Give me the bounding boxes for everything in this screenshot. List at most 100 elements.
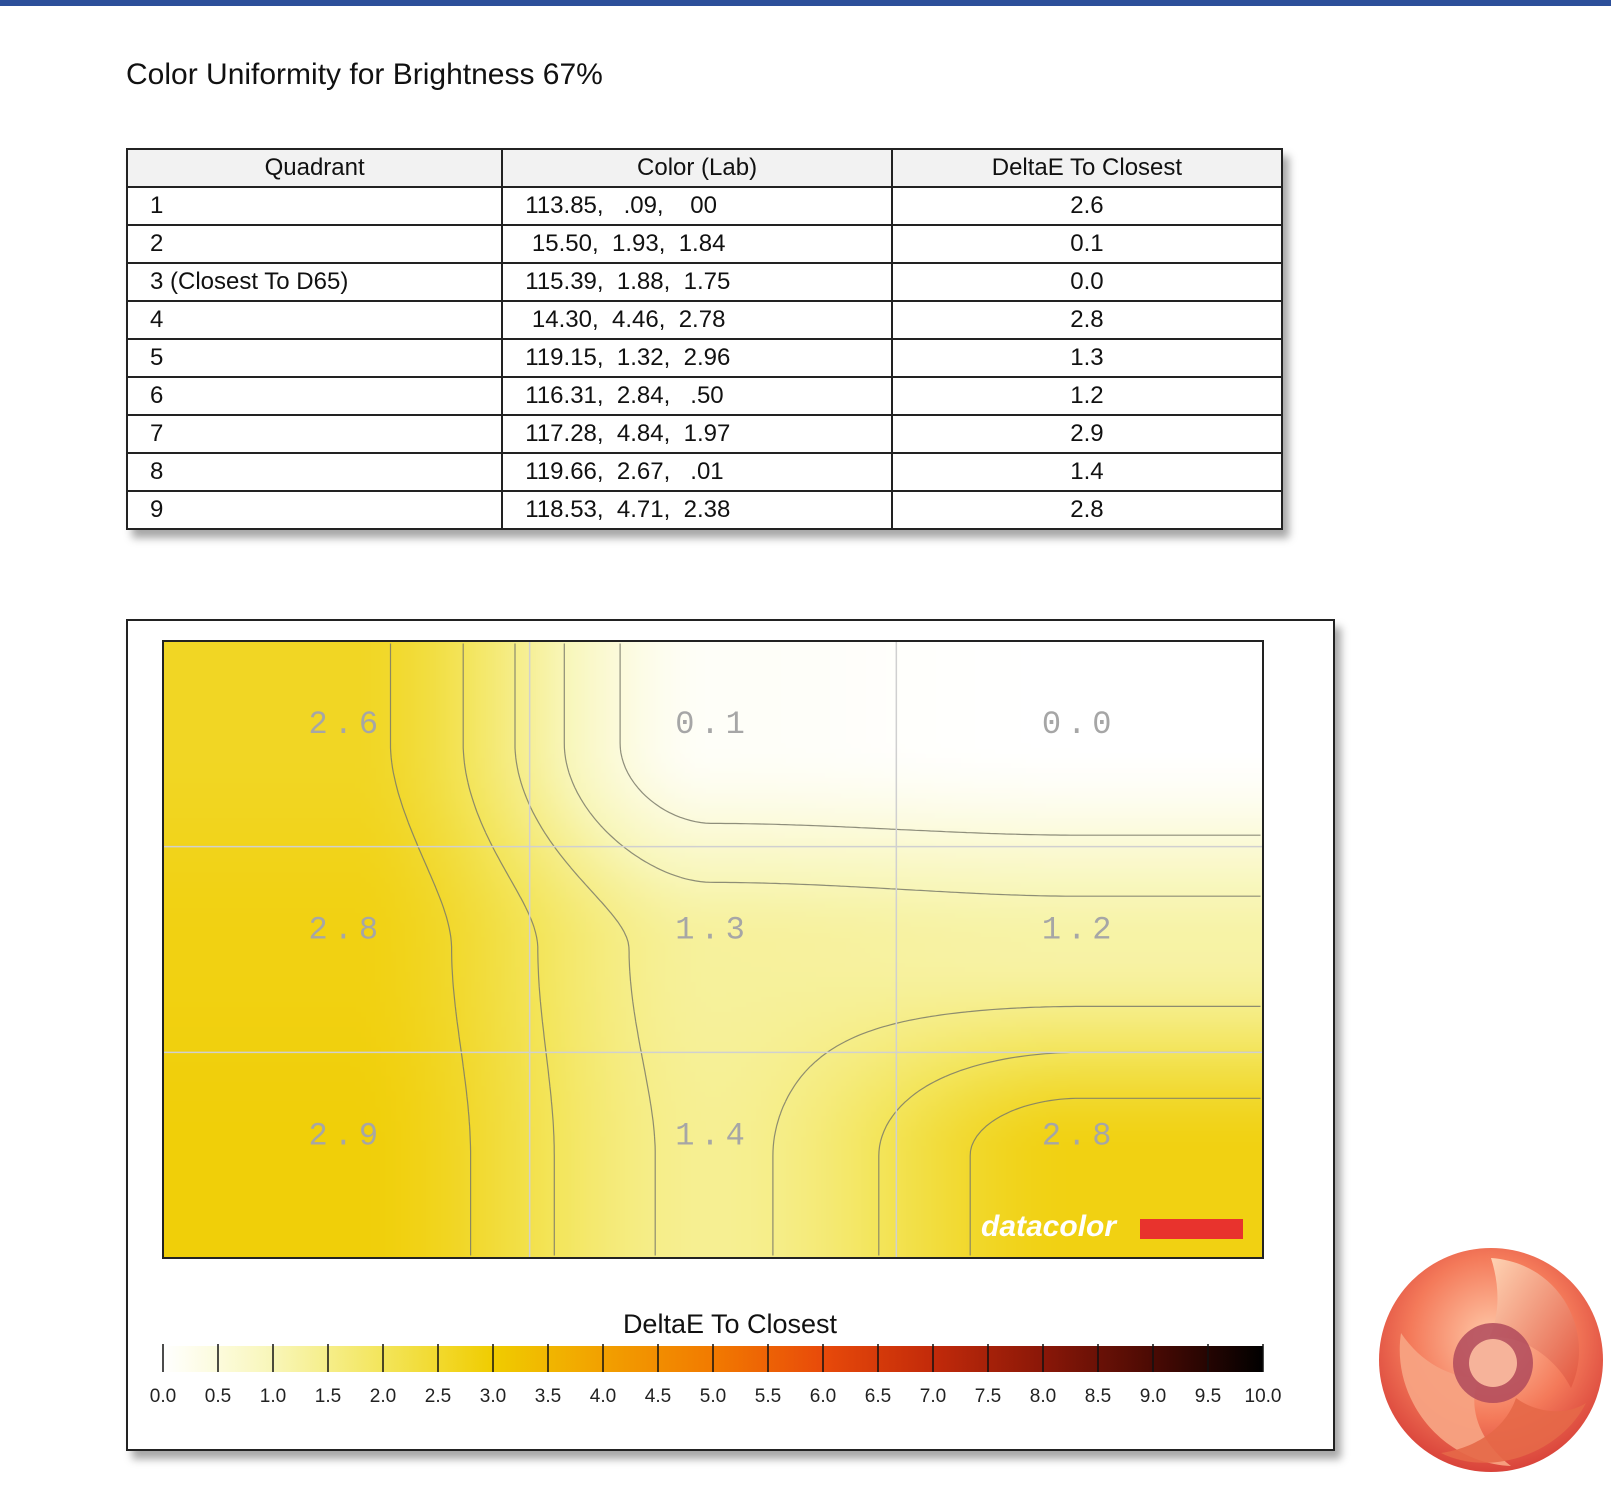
colorbar-tick-label: 2.0 <box>370 1386 396 1407</box>
cell-value-label: 1.2 <box>1042 912 1118 949</box>
uniformity-chart-panel: 2.6 0.1 0.0 2.8 1.3 1.2 2.9 1.4 2.8 datacolor De… <box>126 619 1335 1451</box>
colorbar-segment <box>603 1346 659 1372</box>
colorbar-tick-label: 0.0 <box>150 1386 176 1407</box>
colorbar-segment <box>1153 1346 1209 1372</box>
colorbar-tick-label: 9.0 <box>1140 1386 1166 1407</box>
colorbar-tick-label: 7.5 <box>975 1386 1001 1407</box>
delta-cell: 1.3 <box>890 338 1284 378</box>
colorbar-tick-label: 3.5 <box>535 1386 561 1407</box>
colorbar-segment <box>713 1346 769 1372</box>
colorbar-tick-label: 0.5 <box>205 1386 231 1407</box>
delta-cell: 2.6 <box>890 186 1284 226</box>
table-row: 4 14.30, 4.46, 2.78 2.8 <box>125 300 1284 340</box>
quadrant-cell: 6 <box>125 376 504 416</box>
cell-value-label: 0.0 <box>1042 706 1118 743</box>
header-delta-e: DeltaE To Closest <box>890 148 1284 188</box>
quadrant-cell: 8 <box>125 452 504 492</box>
colorbar-tick-label: 7.0 <box>920 1386 946 1407</box>
lab-cell: 117.28, 4.84, 1.97 <box>501 414 893 454</box>
colorbar-tick-label: 10.0 <box>1245 1386 1282 1407</box>
cell-value-label: 1.4 <box>675 1117 751 1154</box>
table-row: 2 15.50, 1.93, 1.84 0.1 <box>125 224 1284 264</box>
colorbar-segment <box>1098 1346 1154 1372</box>
header-quadrant: Quadrant <box>125 148 504 188</box>
lab-cell: 119.15, 1.32, 2.96 <box>501 338 893 378</box>
table-row: 9 118.53, 4.71, 2.38 2.8 <box>125 490 1284 530</box>
colorbar-tick-label: 1.0 <box>260 1386 286 1407</box>
colorbar-segment <box>878 1346 934 1372</box>
lab-cell: 116.31, 2.84, .50 <box>501 376 893 416</box>
colorbar-tick-label: 4.5 <box>645 1386 671 1407</box>
colorbar-segment <box>988 1346 1044 1372</box>
lab-cell: 118.53, 4.71, 2.38 <box>501 490 893 530</box>
colorbar-tick-label: 4.0 <box>590 1386 616 1407</box>
cell-value-label: 2.6 <box>309 706 385 743</box>
colorbar-tick-label: 6.5 <box>865 1386 891 1407</box>
delta-cell: 2.8 <box>890 490 1284 530</box>
delta-cell: 1.2 <box>890 376 1284 416</box>
quadrant-cell: 5 <box>125 338 504 378</box>
colorbar-segment <box>823 1346 879 1372</box>
table-row: 5 119.15, 1.32, 2.96 1.3 <box>125 338 1284 378</box>
colorbar-segment <box>658 1346 714 1372</box>
lab-cell: 113.85, .09, 00 <box>501 186 893 226</box>
watermark-text: datacolor <box>981 1210 1118 1243</box>
cell-value-label: 2.8 <box>1042 1117 1118 1154</box>
watermark-bar <box>1140 1219 1243 1239</box>
cell-value-label: 1.3 <box>675 912 751 949</box>
delta-cell: 1.4 <box>890 452 1284 492</box>
lab-cell: 115.39, 1.88, 1.75 <box>501 262 893 302</box>
colorbar-tick-label: 5.0 <box>700 1386 726 1407</box>
cell-value-label: 0.1 <box>675 706 751 743</box>
colorbar-segment <box>328 1346 384 1372</box>
colorbar-tick-label: 8.5 <box>1085 1386 1111 1407</box>
colorbar-segment <box>383 1346 439 1372</box>
colorbar-segment <box>493 1346 549 1372</box>
delta-cell: 0.0 <box>890 262 1284 302</box>
uniformity-heatmap: 2.6 0.1 0.0 2.8 1.3 1.2 2.9 1.4 2.8 datacolor De… <box>150 640 1282 1407</box>
table-row: 8 119.66, 2.67, .01 1.4 <box>125 452 1284 492</box>
table-row: 1 113.85, .09, 00 2.6 <box>125 186 1284 226</box>
lab-cell: 15.50, 1.93, 1.84 <box>501 224 893 264</box>
quadrant-cell: 4 <box>125 300 504 340</box>
lab-cell: 119.66, 2.67, .01 <box>501 452 893 492</box>
colorbar-tick-label: 9.5 <box>1195 1386 1221 1407</box>
quadrant-cell: 7 <box>125 414 504 454</box>
quadrant-cell: 2 <box>125 224 504 264</box>
colorbar-tick-label: 5.5 <box>755 1386 781 1407</box>
colorbar-segment <box>768 1346 824 1372</box>
colorbar-tick-label: 2.5 <box>425 1386 451 1407</box>
colorbar-tick-label: 1.5 <box>315 1386 341 1407</box>
table-row: 7 117.28, 4.84, 1.97 2.9 <box>125 414 1284 454</box>
uniformity-table-container: Quadrant Color (Lab) DeltaE To Closest 1… <box>125 148 1284 530</box>
delta-cell: 2.8 <box>890 300 1284 340</box>
colorbar-segment <box>273 1346 329 1372</box>
colorbar-segment <box>218 1346 274 1372</box>
colorbar-tick-label: 6.0 <box>810 1386 836 1407</box>
colorbar-tick-label: 8.0 <box>1030 1386 1056 1407</box>
colorbar-title: DeltaE To Closest <box>623 1309 838 1339</box>
top-accent-bar <box>0 0 1611 6</box>
colorbar-segment <box>163 1346 219 1372</box>
page-title: Color Uniformity for Brightness 67% <box>126 58 603 91</box>
table-row: 6 116.31, 2.84, .50 1.2 <box>125 376 1284 416</box>
delta-cell: 2.9 <box>890 414 1284 454</box>
quadrant-cell: 3 (Closest To D65) <box>125 262 504 302</box>
colorbar-tick-label: 3.0 <box>480 1386 506 1407</box>
colorbar-segment <box>1208 1346 1264 1372</box>
colorbar-segment <box>933 1346 989 1372</box>
cell-value-label: 2.8 <box>309 912 385 949</box>
quadrant-cell: 1 <box>125 186 504 226</box>
lab-cell: 14.30, 4.46, 2.78 <box>501 300 893 340</box>
site-logo-icon <box>1379 1248 1603 1472</box>
colorbar-segment <box>548 1346 604 1372</box>
table-row: 3 (Closest To D65) 115.39, 1.88, 1.75 0.0 <box>125 262 1284 302</box>
delta-cell: 0.1 <box>890 224 1284 264</box>
table-header-row: Quadrant Color (Lab) DeltaE To Closest <box>125 148 1284 188</box>
uniformity-table: Quadrant Color (Lab) DeltaE To Closest 1… <box>125 148 1284 530</box>
colorbar-segment <box>1043 1346 1099 1372</box>
cell-value-label: 2.9 <box>309 1117 385 1154</box>
quadrant-cell: 9 <box>125 490 504 530</box>
colorbar-segment <box>438 1346 494 1372</box>
header-color-lab: Color (Lab) <box>501 148 893 188</box>
